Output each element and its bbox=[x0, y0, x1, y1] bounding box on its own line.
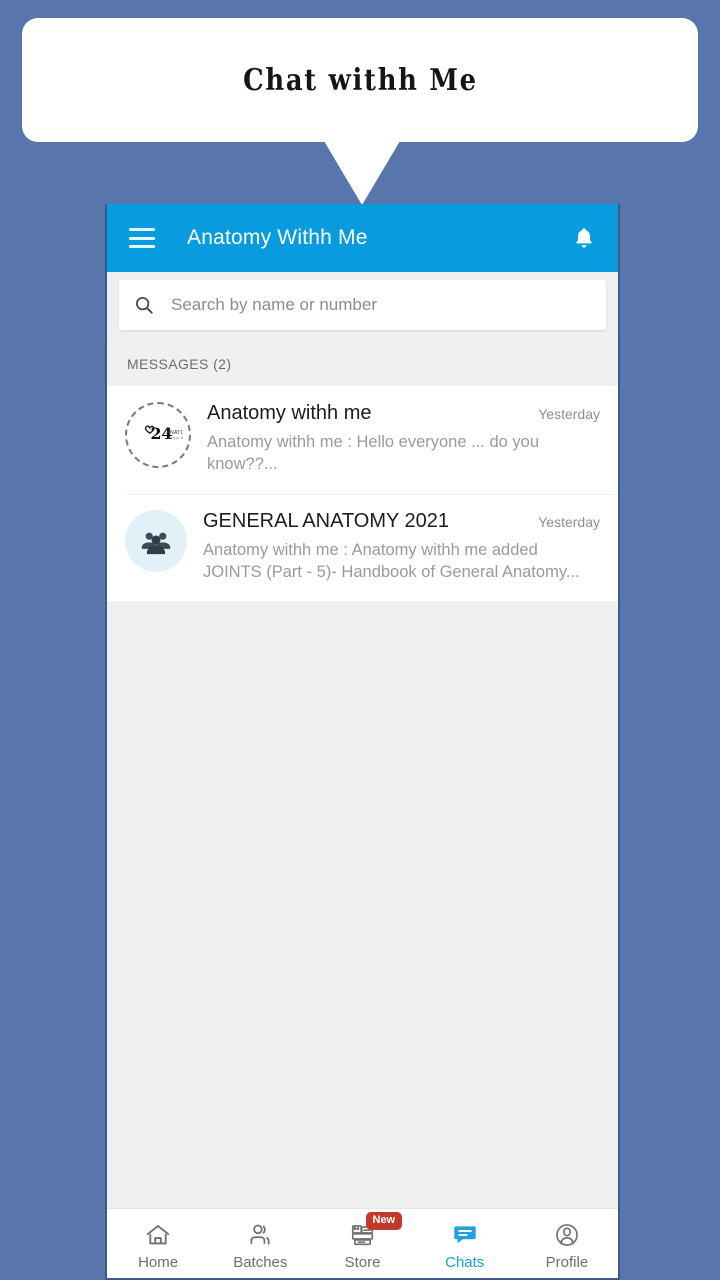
chat-header-row: Anatomy withh me Yesterday bbox=[207, 402, 600, 425]
phone-screen: Anatomy Withh Me MESSAGES (2) bbox=[105, 204, 620, 1280]
chat-list: 24 ANATOMY WITHH ME Anatomy withh me Yes… bbox=[107, 386, 618, 602]
app-title: Anatomy Withh Me bbox=[187, 226, 368, 249]
nav-item-home[interactable]: Home bbox=[107, 1209, 209, 1278]
chat-name: GENERAL ANATOMY 2021 bbox=[203, 509, 450, 532]
nav-label-chats: Chats bbox=[445, 1254, 485, 1271]
nav-item-chats[interactable]: Chats bbox=[414, 1209, 516, 1278]
nav-item-batches[interactable]: Batches bbox=[209, 1209, 311, 1278]
empty-content-area bbox=[107, 601, 618, 1208]
callout-pointer bbox=[324, 141, 400, 205]
store-icon: New bbox=[348, 1212, 403, 1250]
svg-text:ANATOMY: ANATOMY bbox=[166, 430, 183, 436]
callout-card: Chat withh Me bbox=[22, 18, 698, 142]
nav-label-store: Store bbox=[344, 1254, 381, 1271]
app-bar: Anatomy Withh Me bbox=[107, 204, 618, 272]
chat-content: GENERAL ANATOMY 2021 Yesterday Anatomy w… bbox=[203, 510, 600, 584]
hamburger-menu-icon[interactable] bbox=[129, 228, 155, 248]
messages-section-header: MESSAGES (2) bbox=[107, 340, 618, 386]
nav-label-home: Home bbox=[138, 1254, 179, 1271]
bottom-navigation: Home Batches New Store Chats Profile bbox=[107, 1208, 618, 1280]
chat-preview: Anatomy withh me : Anatomy withh me adde… bbox=[203, 540, 580, 581]
avatar bbox=[125, 509, 187, 572]
nav-item-store[interactable]: New Store bbox=[311, 1209, 413, 1278]
svg-text:WITHH ME: WITHH ME bbox=[168, 436, 183, 440]
chat-timestamp: Yesterday bbox=[538, 406, 600, 422]
bell-icon[interactable] bbox=[572, 225, 596, 251]
chat-name: Anatomy withh me bbox=[207, 402, 372, 424]
callout-title: Chat withh Me bbox=[242, 62, 478, 98]
search-input[interactable] bbox=[171, 295, 592, 315]
table-row[interactable]: GENERAL ANATOMY 2021 Yesterday Anatomy w… bbox=[107, 493, 618, 602]
search-icon bbox=[133, 294, 155, 316]
chats-icon bbox=[450, 1220, 480, 1250]
nav-label-batches: Batches bbox=[233, 1254, 288, 1271]
home-icon bbox=[143, 1220, 173, 1250]
nav-item-profile[interactable]: Profile bbox=[516, 1209, 618, 1278]
chat-content: Anatomy withh me Yesterday Anatomy withh… bbox=[207, 402, 600, 476]
chat-timestamp: Yesterday bbox=[538, 513, 600, 530]
search-bar-container bbox=[107, 272, 618, 340]
batches-icon bbox=[245, 1220, 275, 1250]
chat-header-row: GENERAL ANATOMY 2021 Yesterday bbox=[203, 510, 600, 533]
profile-icon bbox=[552, 1220, 582, 1250]
chat-preview: Anatomy withh me : Hello everyone ... do… bbox=[207, 433, 539, 474]
search-box[interactable] bbox=[119, 280, 606, 330]
group-icon bbox=[141, 532, 171, 554]
avatar: 24 ANATOMY WITHH ME bbox=[125, 402, 191, 468]
table-row[interactable]: 24 ANATOMY WITHH ME Anatomy withh me Yes… bbox=[107, 386, 618, 494]
store-new-badge: New bbox=[365, 1212, 403, 1230]
nav-label-profile: Profile bbox=[545, 1254, 589, 1271]
